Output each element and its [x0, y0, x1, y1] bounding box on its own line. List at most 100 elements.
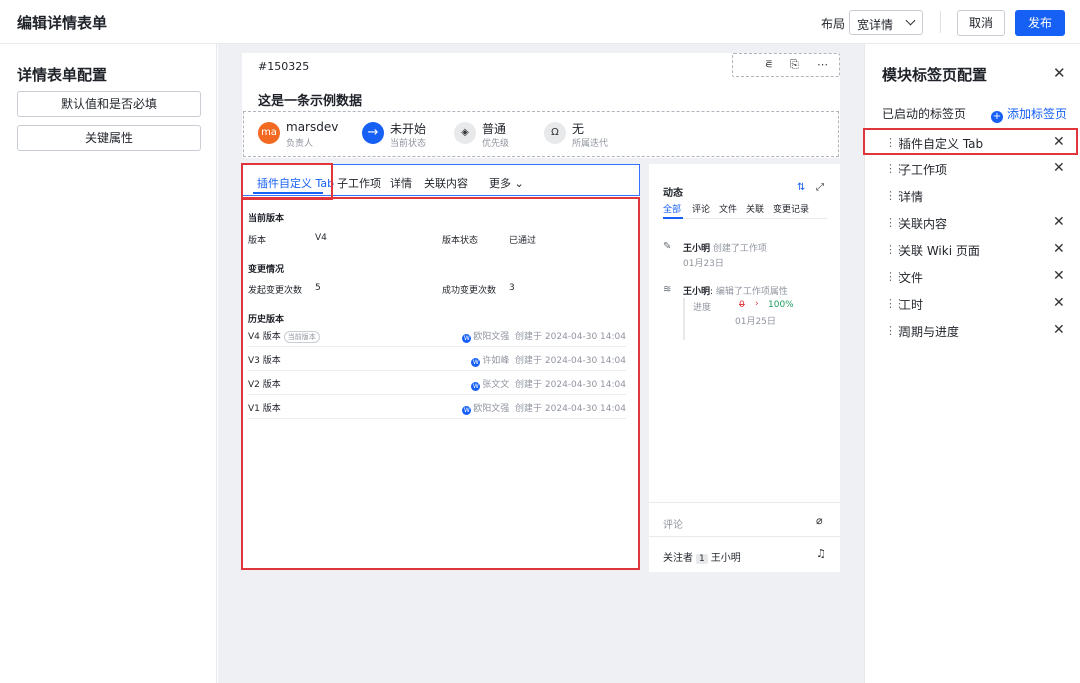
version-user: 张文文 — [482, 380, 510, 390]
layout-select[interactable]: 宽详情 — [849, 10, 923, 35]
progress-date: 01月25日 — [735, 317, 776, 327]
table-row[interactable]: V1 版本 W 欧阳文强 创建于 2024-04-30 14:04 — [248, 396, 626, 419]
success-value: 3 — [509, 283, 515, 293]
page-title: 编辑详情表单 — [17, 14, 108, 32]
attr-value: 未开始 — [390, 122, 427, 136]
activity-action: 编辑了工作项属性 — [715, 287, 788, 297]
tab-more[interactable]: 更多 ⌄ — [489, 175, 524, 191]
followers[interactable]: 关注者 1 王小明 — [663, 549, 741, 564]
close-icon[interactable]: ✕ — [1053, 268, 1065, 284]
chevron-down-icon: ⌄ — [514, 177, 524, 190]
subtab-changelog[interactable]: 变更记录 — [773, 202, 809, 215]
tab-config-item[interactable]: ⋮⋮ 插件自定义 Tab ✕ — [863, 128, 1078, 155]
version-name: V4 版本 当前版本 — [248, 329, 320, 343]
attribute-bar: ma marsdev 负责人 → 未开始 当前状态 ◈ 普通 优先级 Ω 无 所… — [243, 111, 839, 157]
attr-label: 优先级 — [482, 139, 510, 149]
cancel-button[interactable]: 取消 — [957, 10, 1005, 36]
tab-config-title: 模块标签页配置 — [882, 66, 988, 84]
add-tab-button[interactable]: + 添加标签页 — [991, 105, 1067, 123]
tab-sub-items[interactable]: 子工作项 — [337, 175, 381, 191]
arrow-right-icon: › — [755, 299, 759, 309]
version-created: 创建于 2024-04-30 14:04 — [515, 380, 626, 390]
activity-text: 王小明 创建了工作项 — [683, 241, 767, 254]
progress-label: 进度 — [693, 303, 712, 313]
tab-config-item[interactable]: ⋮⋮ 周期与进度 ✕ — [865, 318, 1080, 345]
tab-config-label: 周期与进度 — [899, 325, 960, 339]
tab-config-item[interactable]: ⋮⋮ 关联内容 ✕ — [865, 210, 1080, 237]
version-meta: W 欧阳文强 创建于 2024-04-30 14:04 — [462, 401, 626, 415]
current-version-title: 当前版本 — [248, 214, 285, 224]
more-icon[interactable]: ⋯ — [817, 58, 828, 71]
sort-icon[interactable]: ⇅ — [797, 182, 805, 193]
tab-config-label: 详情 — [899, 190, 924, 204]
close-icon[interactable]: ✕ — [1053, 64, 1066, 82]
initiated-value: 5 — [315, 283, 321, 293]
tree-icon[interactable]: ⋷ — [765, 58, 773, 71]
work-item-header-card: #150325 ⋷ ⎘ ⋯ 这是一条示例数据 ma marsdev 负责人 → … — [242, 53, 840, 158]
activity-user: 王小明 — [683, 287, 711, 297]
avatar: W — [462, 334, 472, 343]
table-row[interactable]: V4 版本 当前版本 W 欧阳文强 创建于 2024-04-30 14:04 — [248, 324, 626, 347]
copy-icon[interactable]: ⎘ — [790, 58, 799, 72]
tab-related[interactable]: 关联内容 — [424, 175, 468, 191]
form-config-title: 详情表单配置 — [17, 66, 108, 84]
subtab-file[interactable]: 文件 — [719, 202, 737, 215]
followers-label: 关注者 — [663, 553, 693, 564]
subtab-comment[interactable]: 评论 — [692, 202, 710, 215]
close-icon[interactable]: ✕ — [1053, 160, 1065, 176]
version-status-value: 已通过 — [509, 236, 537, 246]
subtab-all[interactable]: 全部 — [663, 202, 681, 215]
work-item-title: 这是一条示例数据 — [258, 94, 363, 109]
divider — [649, 502, 840, 503]
version-value: V4 — [315, 233, 327, 243]
detail-tabs-card: 插件自定义 Tab 子工作项 详情 关联内容 更多 ⌄ 当前版本 版本 V4 版… — [241, 163, 640, 570]
tab-config-item[interactable]: ⋮⋮ 子工作项 ✕ — [865, 156, 1080, 183]
header-tools: ⋷ ⎘ ⋯ — [732, 53, 840, 77]
iteration-icon: Ω — [544, 122, 566, 144]
comment-input[interactable]: 评论 — [663, 516, 683, 531]
arrow-right-icon: → — [362, 122, 384, 144]
divider — [649, 536, 840, 537]
tab-more-label: 更多 — [489, 177, 511, 190]
activity-subtabs: 全部 评论 文件 关联 变更记录 — [663, 202, 827, 219]
tab-config-item[interactable]: ⋮⋮ 文件 ✕ — [865, 264, 1080, 291]
tab-details[interactable]: 详情 — [390, 175, 412, 191]
enabled-tabs-label: 已启动的标签页 — [882, 107, 967, 121]
subtab-active-indicator — [663, 217, 683, 219]
version-created: 创建于 2024-04-30 14:04 — [515, 404, 626, 414]
tab-config-label: 插件自定义 Tab — [899, 137, 984, 151]
attachment-icon[interactable]: ⌀ — [816, 514, 823, 527]
initiated-label: 发起变更次数 — [248, 286, 303, 296]
table-row[interactable]: V3 版本 W 许如峰 创建于 2024-04-30 14:04 — [248, 348, 626, 371]
default-required-button[interactable]: 默认值和是否必填 — [17, 91, 201, 117]
current-tag: 当前版本 — [283, 331, 320, 343]
top-bar: 编辑详情表单 布局 宽详情 取消 发布 — [0, 0, 1080, 44]
tab-config-item[interactable]: ⋮⋮ 工时 ✕ — [865, 291, 1080, 318]
table-row[interactable]: V2 版本 W 张文文 创建于 2024-04-30 14:04 — [248, 372, 626, 395]
tab-config-item[interactable]: ⋮⋮ 详情 — [865, 183, 1080, 210]
subtab-link[interactable]: 关联 — [746, 202, 764, 215]
version-name: V3 版本 — [248, 356, 281, 366]
progress-new: 100% — [768, 300, 794, 310]
close-icon[interactable]: ✕ — [1053, 214, 1065, 230]
activity-action: 创建了工作项 — [712, 244, 767, 254]
expand-icon[interactable]: ⤢ — [816, 182, 824, 193]
close-icon[interactable]: ✕ — [1053, 295, 1065, 311]
avatar: ma — [258, 122, 280, 144]
tab-config-item[interactable]: ⋮⋮ 关联 Wiki 页面 ✕ — [865, 237, 1080, 264]
activity-user: 王小明 — [683, 244, 711, 254]
close-icon[interactable]: ✕ — [1053, 241, 1065, 257]
close-icon[interactable]: ✕ — [1053, 322, 1065, 338]
plus-icon: + — [991, 111, 1003, 123]
layout-select-value: 宽详情 — [857, 18, 894, 32]
publish-button[interactable]: 发布 — [1015, 10, 1065, 36]
form-config-panel: 详情表单配置 默认值和是否必填 关键属性 — [0, 44, 217, 683]
version-user: 欧阳文强 — [473, 404, 510, 414]
bell-icon[interactable]: ♫ — [816, 547, 826, 560]
version-created: 创建于 2024-04-30 14:04 — [515, 356, 626, 366]
key-attributes-button[interactable]: 关键属性 — [17, 125, 201, 151]
close-icon[interactable]: ✕ — [1053, 134, 1065, 150]
attr-label: 所属迭代 — [572, 139, 609, 149]
followers-name: 王小明 — [710, 553, 741, 564]
attr-label: 负责人 — [286, 139, 314, 149]
